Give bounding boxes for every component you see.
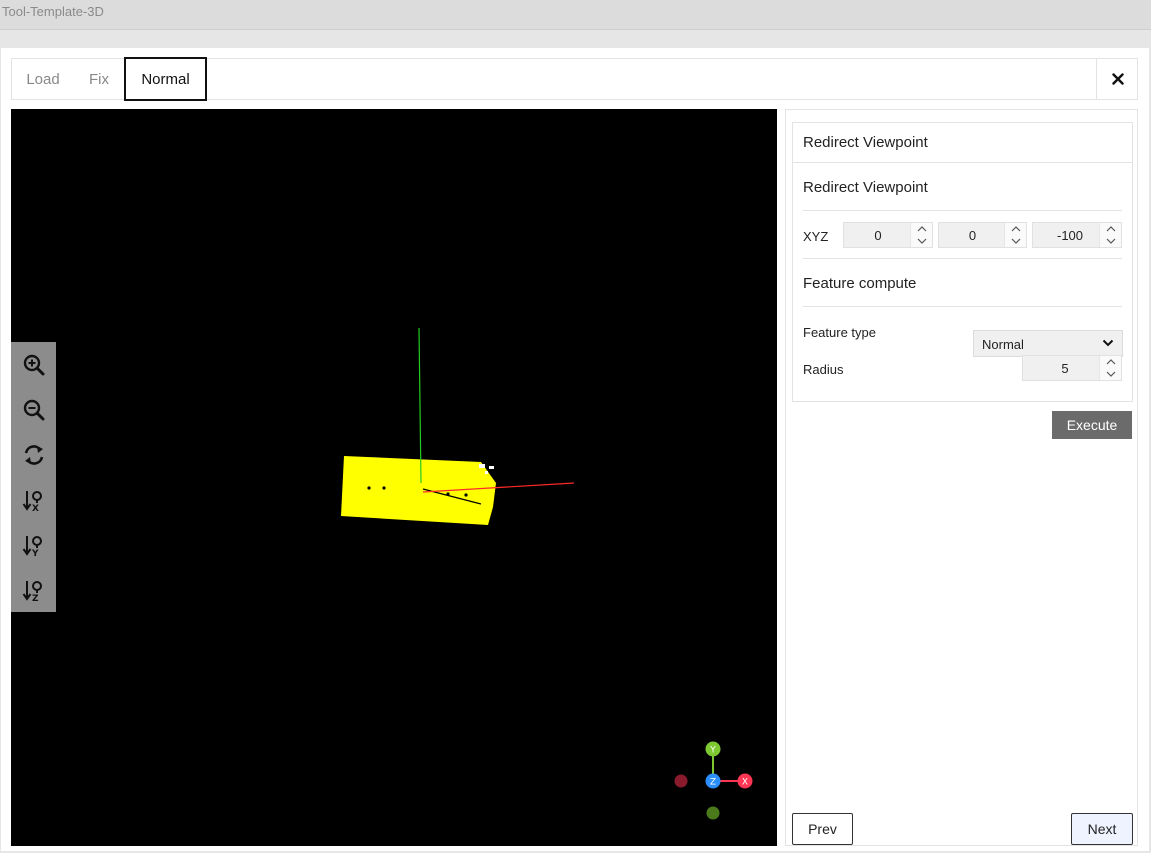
gizmo-neg-x bbox=[674, 774, 688, 788]
zoom-in-icon bbox=[23, 354, 44, 375]
close-button[interactable] bbox=[1096, 58, 1138, 100]
tab-bar: Load Fix Normal bbox=[11, 57, 1138, 101]
y-stepper[interactable] bbox=[1004, 223, 1026, 247]
sort-x-button[interactable]: X bbox=[11, 477, 56, 522]
radius-value: 5 bbox=[1061, 361, 1069, 376]
reset-view-button[interactable] bbox=[11, 432, 56, 477]
feature-compute-title: Feature compute bbox=[803, 275, 917, 292]
divider bbox=[803, 306, 1122, 307]
sort-y-icon: Y bbox=[22, 535, 42, 557]
chevron-up-icon bbox=[917, 226, 927, 232]
3d-viewport[interactable]: X Y Z Y X Z bbox=[11, 109, 777, 846]
svg-text:X: X bbox=[32, 504, 39, 512]
tab-normal[interactable]: Normal bbox=[124, 57, 207, 101]
title-bar: Tool-Template-3D bbox=[0, 0, 1151, 30]
view-toolbar: X Y Z bbox=[11, 342, 56, 612]
settings-panel: Redirect Viewpoint Redirect Viewpoint XY… bbox=[785, 109, 1138, 846]
z-value: -100 bbox=[1056, 228, 1084, 243]
y-value: 0 bbox=[968, 228, 977, 243]
close-icon bbox=[1111, 73, 1124, 85]
chevron-down-icon bbox=[1106, 238, 1116, 244]
sort-y-button[interactable]: Y bbox=[11, 522, 56, 567]
zoom-out-icon bbox=[23, 399, 44, 420]
radius-stepper[interactable] bbox=[1099, 356, 1121, 380]
redirect-viewpoint-title: Redirect Viewpoint bbox=[803, 179, 928, 196]
reset-view-icon bbox=[24, 444, 43, 465]
viewpoint-card: Redirect Viewpoint Redirect Viewpoint XY… bbox=[792, 122, 1133, 402]
prev-button[interactable]: Prev bbox=[792, 813, 853, 845]
sort-x-icon: X bbox=[22, 490, 42, 512]
window-title: Tool-Template-3D bbox=[2, 4, 104, 19]
next-button[interactable]: Next bbox=[1071, 813, 1133, 845]
chevron-down-icon bbox=[917, 238, 927, 244]
svg-text:Y: Y bbox=[31, 549, 39, 557]
gizmo-z-label: Z bbox=[710, 778, 716, 788]
x-value: 0 bbox=[874, 228, 882, 243]
tab-fix[interactable]: Fix bbox=[74, 58, 124, 101]
gizmo-x-label: X bbox=[742, 778, 748, 788]
sort-z-icon: Z bbox=[22, 580, 42, 602]
chevron-down-icon bbox=[1102, 339, 1114, 347]
x-stepper[interactable] bbox=[910, 223, 932, 247]
sort-z-button[interactable]: Z bbox=[11, 567, 56, 612]
divider bbox=[803, 210, 1122, 211]
feature-type-label: Feature type bbox=[803, 325, 876, 340]
x-input[interactable]: 0 bbox=[843, 222, 933, 248]
y-input[interactable]: 0 bbox=[938, 222, 1027, 248]
main-area: Load Fix Normal X Y Z Y X Z Redirect Vie… bbox=[1, 48, 1149, 851]
menu-strip bbox=[0, 30, 1151, 48]
chevron-up-icon bbox=[1106, 359, 1116, 365]
chevron-up-icon bbox=[1011, 226, 1021, 232]
tab-load[interactable]: Load bbox=[12, 58, 74, 101]
z-input[interactable]: -100 bbox=[1032, 222, 1122, 248]
card-header: Redirect Viewpoint bbox=[793, 123, 1132, 163]
chevron-up-icon bbox=[1106, 226, 1116, 232]
zoom-in-button[interactable] bbox=[11, 342, 56, 387]
feature-type-select[interactable]: Normal bbox=[973, 330, 1123, 357]
axis-gizmo[interactable]: Y X Z bbox=[663, 733, 763, 833]
execute-button[interactable]: Execute bbox=[1052, 411, 1132, 439]
divider bbox=[803, 258, 1122, 259]
gizmo-neg-y bbox=[706, 806, 720, 820]
zoom-out-button[interactable] bbox=[11, 387, 56, 432]
chevron-down-icon bbox=[1106, 371, 1116, 377]
xyz-label: XYZ bbox=[803, 229, 829, 244]
chevron-down-icon bbox=[1011, 238, 1021, 244]
gizmo-y-label: Y bbox=[709, 746, 716, 756]
feature-type-value: Normal bbox=[982, 337, 1024, 352]
radius-label: Radius bbox=[803, 362, 844, 377]
svg-text:Z: Z bbox=[32, 594, 39, 602]
radius-input[interactable]: 5 bbox=[1022, 355, 1122, 381]
point-cloud-object bbox=[341, 456, 496, 525]
z-stepper[interactable] bbox=[1099, 223, 1121, 247]
